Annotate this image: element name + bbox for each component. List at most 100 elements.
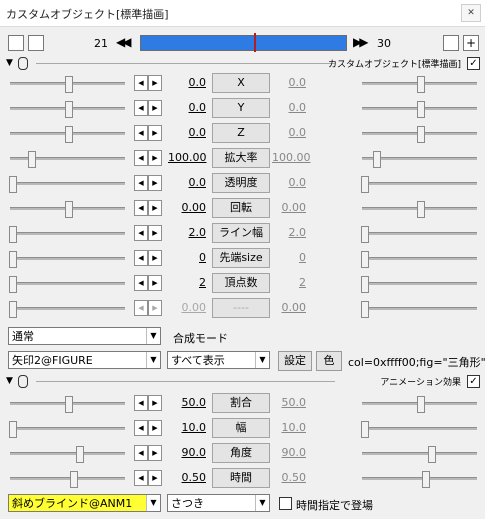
- param-slider-right[interactable]: [362, 126, 477, 143]
- param-slider-right[interactable]: [361, 421, 477, 438]
- step-right-icon[interactable]: ▶: [148, 125, 162, 141]
- slider-thumb[interactable]: [64, 126, 73, 143]
- param-slider-right[interactable]: [362, 446, 477, 463]
- step-left-icon[interactable]: ◀: [134, 470, 148, 486]
- slider-thumb[interactable]: [416, 201, 425, 218]
- param-end-value[interactable]: 10.0: [272, 421, 307, 434]
- step-left-icon[interactable]: ◀: [134, 100, 148, 116]
- param-slider-right[interactable]: [361, 276, 477, 293]
- settings-button[interactable]: 設定: [278, 351, 312, 371]
- timeline-cursor[interactable]: [253, 33, 256, 52]
- param-button[interactable]: X: [212, 73, 270, 93]
- color-button[interactable]: 色: [316, 351, 342, 371]
- step-right-icon[interactable]: ▶: [148, 470, 162, 486]
- step-right-icon[interactable]: ▶: [148, 150, 162, 166]
- param-button[interactable]: 先端size: [212, 248, 270, 268]
- param-slider-left[interactable]: [10, 126, 125, 143]
- param-value[interactable]: 2: [168, 276, 206, 289]
- slider-thumb[interactable]: [416, 76, 425, 93]
- param-slider-left[interactable]: [10, 471, 125, 488]
- param-slider-left[interactable]: [10, 446, 125, 463]
- slider-thumb[interactable]: [64, 76, 73, 93]
- param-button[interactable]: ----: [212, 298, 270, 318]
- step-right-icon[interactable]: ▶: [148, 100, 162, 116]
- param-slider-right[interactable]: [362, 201, 477, 218]
- step-right-icon[interactable]: ▶: [148, 175, 162, 191]
- param-slider-left[interactable]: [9, 251, 125, 268]
- param-slider-right[interactable]: [361, 176, 477, 193]
- slider-thumb[interactable]: [9, 421, 18, 438]
- param-slider-right[interactable]: [361, 301, 477, 318]
- slider-thumb[interactable]: [9, 276, 18, 293]
- param-button[interactable]: 回転: [212, 198, 270, 218]
- param-slider-right[interactable]: [362, 76, 477, 93]
- param-button[interactable]: 割合: [212, 393, 270, 413]
- film-icon[interactable]: [8, 35, 24, 51]
- step-left-icon[interactable]: ◀: [134, 445, 148, 461]
- param-slider-right[interactable]: [361, 226, 477, 243]
- figure-object-select[interactable]: 矢印2@FIGURE ▼: [8, 351, 161, 369]
- step-left-icon[interactable]: ◀: [134, 75, 148, 91]
- animation-mode-select[interactable]: さつき ▼: [167, 494, 270, 512]
- slider-thumb[interactable]: [361, 276, 370, 293]
- param-end-value[interactable]: 0.50: [272, 471, 307, 484]
- slider-thumb[interactable]: [27, 151, 36, 168]
- step-right-icon[interactable]: ▶: [148, 225, 162, 241]
- animation-enable-checkbox[interactable]: ✓: [467, 375, 480, 388]
- param-button[interactable]: ライン幅: [212, 223, 270, 243]
- timeline-bar[interactable]: [140, 33, 347, 52]
- param-value[interactable]: 0.50: [168, 471, 207, 484]
- object-enable-checkbox[interactable]: ✓: [467, 57, 480, 70]
- slider-thumb[interactable]: [361, 226, 370, 243]
- param-slider-left[interactable]: [10, 201, 125, 218]
- collapse-icon[interactable]: ▼: [6, 58, 13, 68]
- slider-thumb[interactable]: [9, 301, 18, 318]
- slider-thumb[interactable]: [361, 176, 370, 193]
- step-left-icon[interactable]: ◀: [134, 250, 148, 266]
- slider-thumb[interactable]: [9, 251, 18, 268]
- step-left-icon[interactable]: ◀: [134, 225, 148, 241]
- param-value[interactable]: 100.00: [168, 151, 207, 164]
- step-right-icon[interactable]: ▶: [148, 75, 162, 91]
- param-slider-left[interactable]: [9, 176, 125, 193]
- step-right-icon[interactable]: ▶: [148, 200, 162, 216]
- param-value[interactable]: 0: [168, 251, 206, 264]
- slider-thumb[interactable]: [9, 226, 18, 243]
- param-button[interactable]: Z: [212, 123, 270, 143]
- param-end-value[interactable]: 0.00: [272, 301, 307, 314]
- param-end-value[interactable]: 0.00: [272, 201, 307, 214]
- frame-icon[interactable]: [28, 35, 44, 51]
- param-slider-left[interactable]: [9, 276, 125, 293]
- param-end-value[interactable]: 100.00: [272, 151, 311, 164]
- collapse-icon[interactable]: ▼: [6, 376, 13, 386]
- slider-thumb[interactable]: [361, 421, 370, 438]
- slider-thumb[interactable]: [9, 176, 18, 193]
- step-left-icon[interactable]: ◀: [134, 200, 148, 216]
- param-value[interactable]: 2.0: [168, 226, 207, 239]
- param-value[interactable]: 0.0: [168, 126, 207, 139]
- seek-back-button[interactable]: ◀◀: [116, 35, 132, 49]
- param-end-value[interactable]: 0.0: [272, 76, 307, 89]
- param-slider-left[interactable]: [9, 301, 125, 318]
- slider-thumb[interactable]: [416, 101, 425, 118]
- animation-effect-select[interactable]: 斜めブラインド@ANM1 ▼: [8, 494, 161, 512]
- blend-mode-select[interactable]: 通常 ▼: [8, 327, 161, 345]
- param-button[interactable]: Y: [212, 98, 270, 118]
- close-button[interactable]: ✕: [461, 4, 481, 22]
- step-left-icon[interactable]: ◀: [134, 395, 148, 411]
- step-right-icon[interactable]: ▶: [148, 300, 162, 316]
- display-mode-select[interactable]: すべて表示 ▼: [167, 351, 270, 369]
- param-slider-right[interactable]: [362, 101, 477, 118]
- param-value[interactable]: 0.0: [168, 101, 207, 114]
- slider-thumb[interactable]: [76, 446, 84, 463]
- param-slider-right[interactable]: [362, 471, 477, 488]
- slider-thumb[interactable]: [64, 396, 73, 413]
- param-end-value[interactable]: 0.0: [272, 126, 307, 139]
- param-end-value[interactable]: 50.0: [272, 396, 307, 409]
- step-left-icon[interactable]: ◀: [134, 420, 148, 436]
- step-left-icon[interactable]: ◀: [134, 150, 148, 166]
- seek-forward-button[interactable]: ▶▶: [353, 35, 369, 49]
- param-end-value[interactable]: 90.0: [272, 446, 307, 459]
- time-specify-checkbox[interactable]: [279, 497, 292, 510]
- refresh-icon[interactable]: [443, 35, 459, 51]
